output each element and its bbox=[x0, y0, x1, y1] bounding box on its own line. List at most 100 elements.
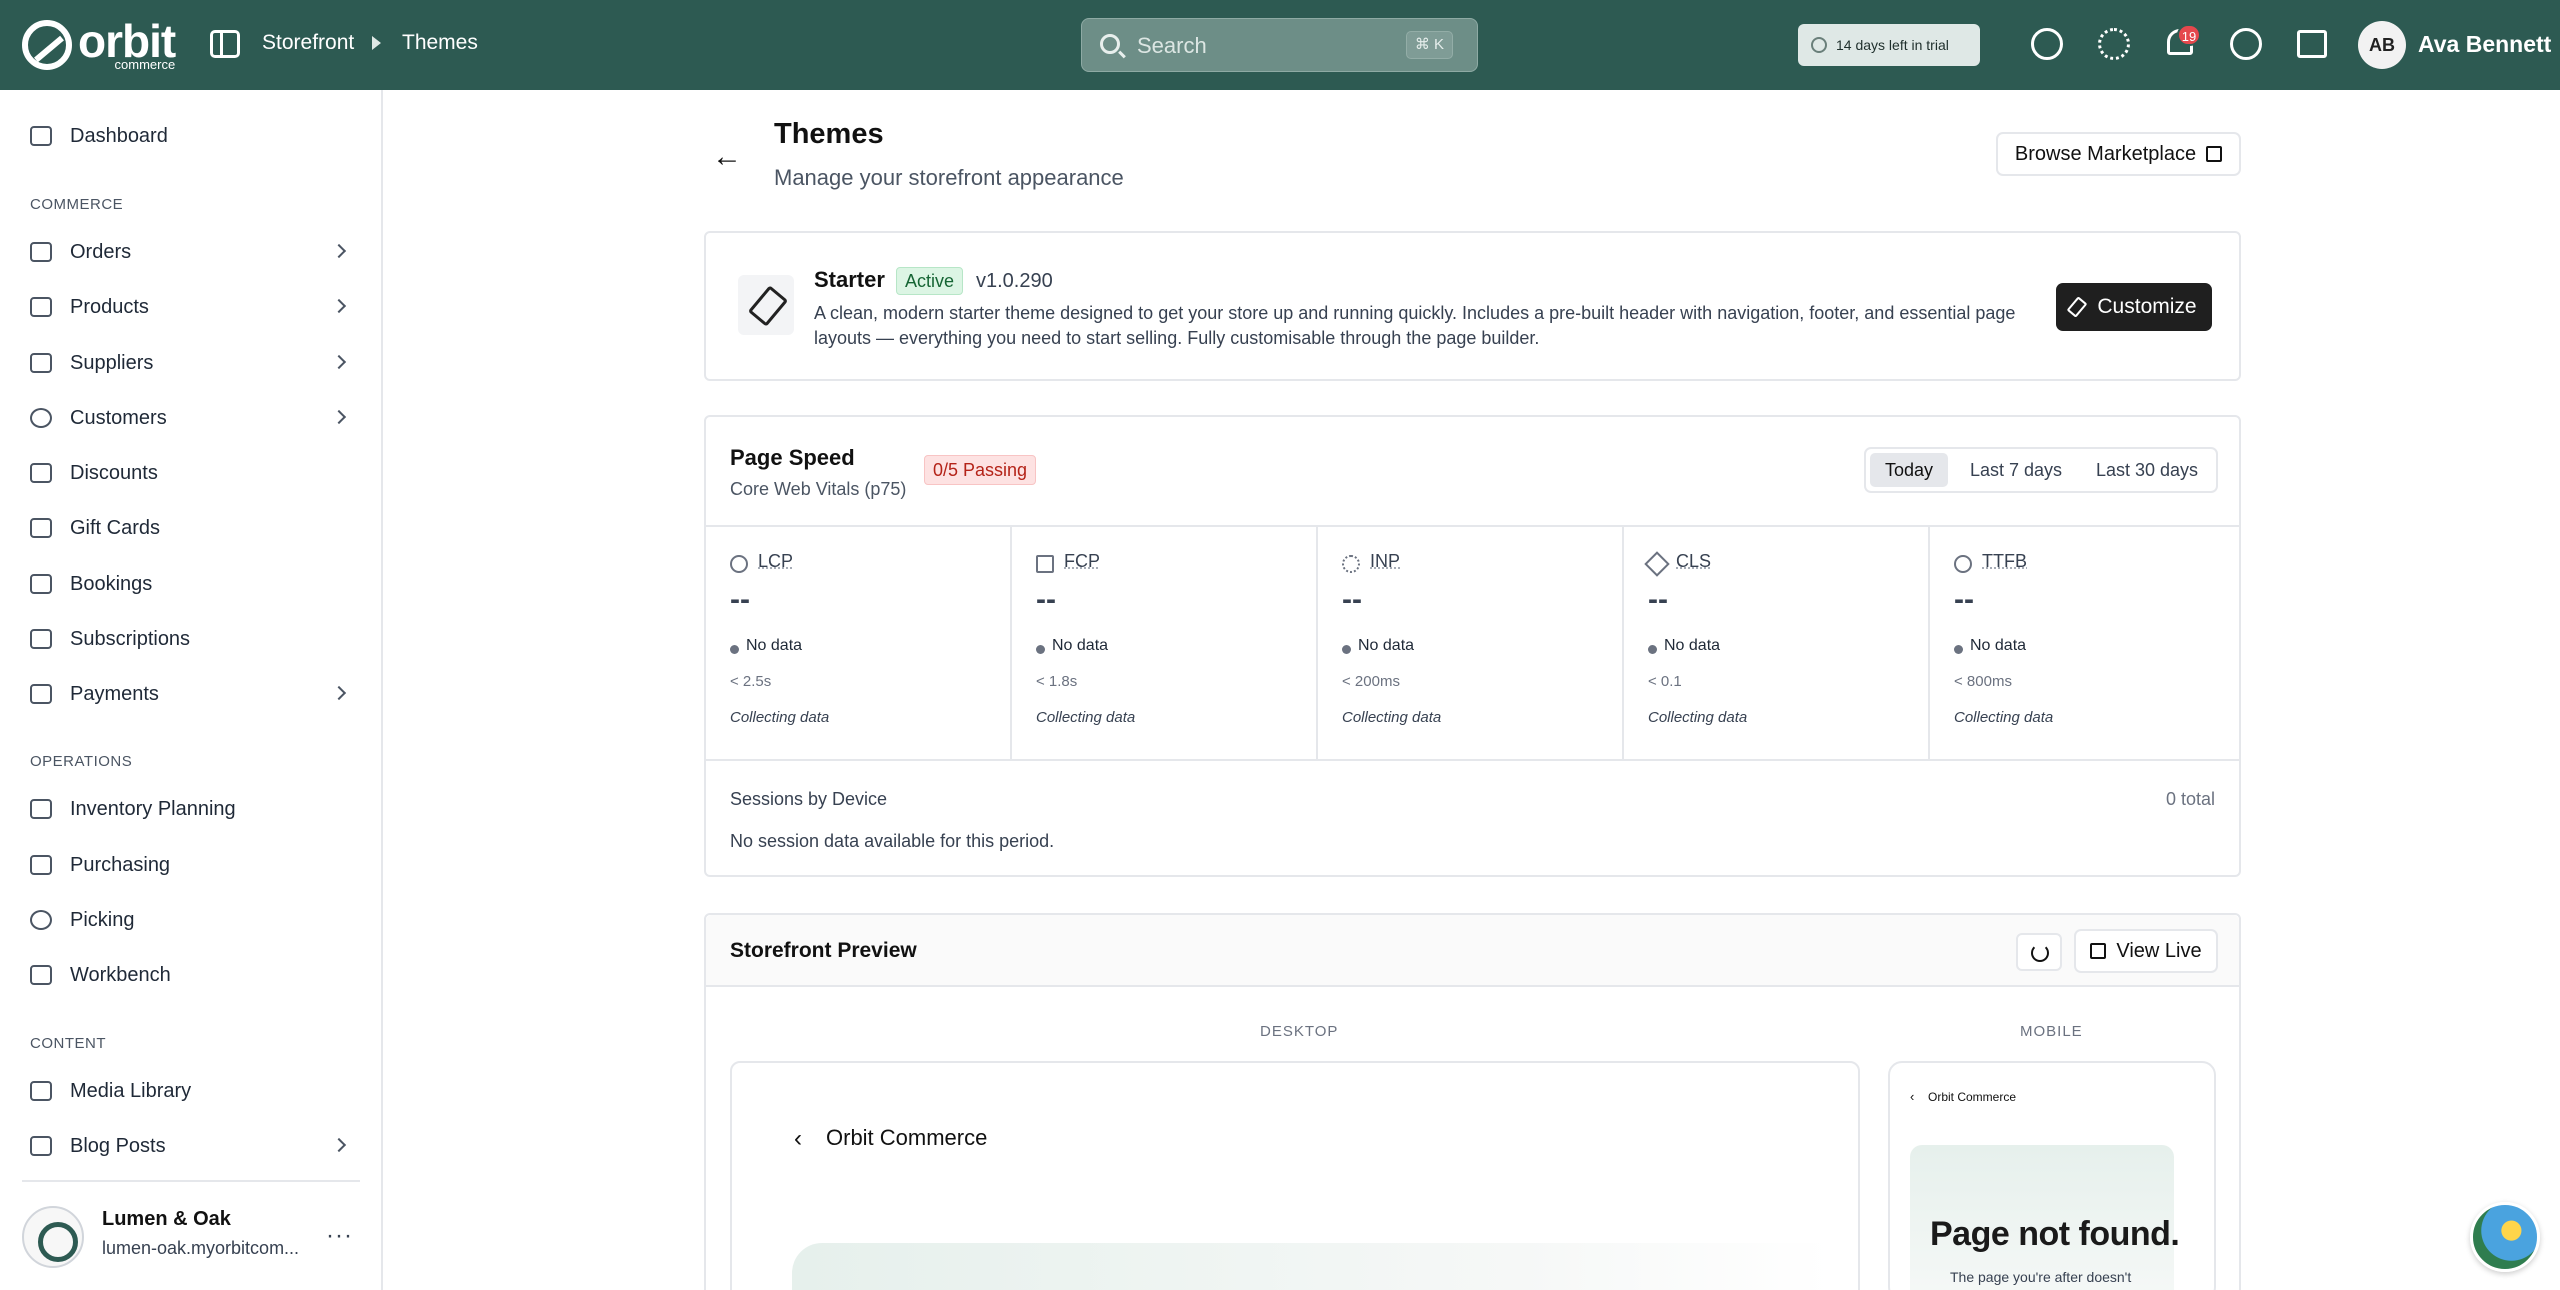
sidebar-item-label: Customers bbox=[70, 407, 167, 430]
trial-badge[interactable]: 14 days left in trial bbox=[1798, 24, 1980, 66]
metric-status: No data bbox=[1358, 637, 1414, 655]
sidebar-item-workbench[interactable]: Workbench bbox=[30, 957, 360, 993]
metric-note: Collecting data bbox=[1342, 709, 1441, 726]
metric-lcp: LCP -- No data < 2.5s Collecting data bbox=[706, 527, 1012, 759]
sidebar-item-label: Media Library bbox=[70, 1080, 191, 1103]
sidebar-toggle-icon[interactable] bbox=[210, 30, 240, 58]
status-dot bbox=[1036, 645, 1045, 654]
preview-brand: Orbit Commerce bbox=[1928, 1090, 2016, 1104]
picking-icon bbox=[30, 910, 52, 930]
metric-note: Collecting data bbox=[1648, 709, 1747, 726]
sidebar-item-blog-posts[interactable]: Blog Posts bbox=[30, 1128, 360, 1164]
theme-description: A clean, modern starter theme designed t… bbox=[814, 301, 2024, 351]
metric-name[interactable]: LCP bbox=[758, 551, 793, 572]
range-last-30-days[interactable]: Last 30 days bbox=[2080, 453, 2214, 487]
breadcrumb-separator-icon bbox=[372, 36, 381, 50]
preview-hero bbox=[792, 1243, 1832, 1290]
sidebar-item-products[interactable]: Products bbox=[30, 289, 360, 325]
store-name[interactable]: Lumen & Oak bbox=[102, 1208, 231, 1231]
page-subtitle: Manage your storefront appearance bbox=[774, 165, 1124, 191]
timer-icon bbox=[1954, 555, 1972, 573]
chevron-right-icon bbox=[332, 299, 346, 313]
blog-icon bbox=[30, 1136, 52, 1156]
sidebar-item-suppliers[interactable]: Suppliers bbox=[30, 345, 360, 381]
sidebar-item-label: Orders bbox=[70, 241, 131, 264]
notification-count-badge: 19 bbox=[2177, 24, 2201, 46]
sidebar-item-customers[interactable]: Customers bbox=[30, 400, 360, 436]
sidebar-item-label: Dashboard bbox=[70, 125, 168, 148]
search-input[interactable]: Search ⌘ K bbox=[1081, 18, 1478, 72]
sidebar-item-subscriptions[interactable]: Subscriptions bbox=[30, 621, 360, 657]
sidebar-item-label: Discounts bbox=[70, 462, 158, 485]
store-icon[interactable] bbox=[2297, 30, 2327, 58]
orders-icon bbox=[30, 242, 52, 262]
preview-text: The page you're after doesn't bbox=[1950, 1269, 2131, 1285]
sidebar-item-picking[interactable]: Picking bbox=[30, 902, 360, 938]
metric-value: -- bbox=[1342, 583, 1362, 617]
sidebar-item-inventory-planning[interactable]: Inventory Planning bbox=[30, 791, 360, 827]
paintbrush-icon bbox=[2067, 296, 2088, 318]
customize-button[interactable]: Customize bbox=[2056, 283, 2212, 331]
metric-name[interactable]: TTFB bbox=[1982, 551, 2027, 572]
back-arrow-icon[interactable]: ← bbox=[712, 140, 742, 174]
passing-badge: 0/5 Passing bbox=[924, 455, 1036, 485]
preview-brand: Orbit Commerce bbox=[826, 1125, 987, 1151]
mobile-preview-frame[interactable]: ‹ Orbit Commerce Page not found. The pag… bbox=[1888, 1061, 2216, 1290]
browse-marketplace-button[interactable]: Browse Marketplace bbox=[1996, 132, 2241, 176]
move-icon bbox=[1644, 551, 1669, 576]
bookings-icon bbox=[30, 574, 52, 594]
metric-name[interactable]: CLS bbox=[1676, 551, 1711, 572]
storefront-preview-card: Storefront Preview View Live DESKTOP MOB… bbox=[704, 913, 2241, 1290]
suppliers-icon bbox=[30, 353, 52, 373]
gift-cards-icon bbox=[30, 518, 52, 538]
sidebar-item-discounts[interactable]: Discounts bbox=[30, 455, 360, 491]
pointer-icon bbox=[1342, 555, 1360, 573]
metric-cls: CLS -- No data < 0.1 Collecting data bbox=[1624, 527, 1930, 759]
chevron-right-icon bbox=[332, 244, 346, 258]
metric-threshold: < 2.5s bbox=[730, 673, 771, 690]
range-selector: Today Last 7 days Last 30 days bbox=[1864, 447, 2218, 493]
clock-icon bbox=[1811, 37, 1827, 53]
range-last-7-days[interactable]: Last 7 days bbox=[1954, 453, 2078, 487]
desktop-preview-frame[interactable]: ‹ Orbit Commerce bbox=[730, 1061, 1860, 1290]
metric-value: -- bbox=[1036, 583, 1056, 617]
more-options-icon[interactable]: ··· bbox=[326, 1222, 353, 1250]
metrics-row: LCP -- No data < 2.5s Collecting data FC… bbox=[706, 525, 2239, 761]
sidebar-item-orders[interactable]: Orders bbox=[30, 234, 360, 270]
user-name[interactable]: Ava Bennett bbox=[2418, 31, 2551, 58]
sidebar-item-label: Picking bbox=[70, 909, 134, 932]
refresh-icon[interactable] bbox=[2016, 933, 2062, 971]
preview-heading: Page not found. bbox=[1930, 1215, 2179, 1254]
sidebar-item-label: Gift Cards bbox=[70, 517, 160, 540]
assistant-avatar-icon[interactable] bbox=[2470, 1202, 2540, 1272]
status-dot bbox=[730, 645, 739, 654]
sidebar-item-label: Suppliers bbox=[70, 352, 153, 375]
sidebar-item-gift-cards[interactable]: Gift Cards bbox=[30, 510, 360, 546]
sidebar-item-payments[interactable]: Payments bbox=[30, 676, 360, 712]
metric-name[interactable]: INP bbox=[1370, 551, 1400, 572]
sidebar-item-media-library[interactable]: Media Library bbox=[30, 1073, 360, 1109]
gauge-icon bbox=[730, 555, 748, 573]
metric-name[interactable]: FCP bbox=[1064, 551, 1100, 572]
top-bar: orbit commerce Storefront Themes Search … bbox=[0, 0, 2560, 90]
chevron-left-icon: ‹ bbox=[794, 1125, 802, 1153]
breadcrumb-storefront[interactable]: Storefront bbox=[262, 31, 354, 55]
support-icon[interactable] bbox=[2230, 28, 2262, 60]
avatar[interactable]: AB bbox=[2358, 21, 2406, 69]
sun-icon[interactable] bbox=[2098, 28, 2130, 60]
sidebar-item-label: Workbench bbox=[70, 964, 171, 987]
help-icon[interactable] bbox=[2031, 28, 2063, 60]
view-live-button[interactable]: View Live bbox=[2074, 929, 2218, 973]
active-theme-card: Starter Active v1.0.290 A clean, modern … bbox=[704, 231, 2241, 381]
metric-threshold: < 1.8s bbox=[1036, 673, 1077, 690]
sidebar-item-bookings[interactable]: Bookings bbox=[30, 566, 360, 602]
store-logo[interactable] bbox=[22, 1206, 84, 1268]
range-today[interactable]: Today bbox=[1870, 453, 1948, 487]
metric-note: Collecting data bbox=[730, 709, 829, 726]
sidebar-item-dashboard[interactable]: Dashboard bbox=[30, 118, 360, 154]
search-shortcut: ⌘ K bbox=[1406, 31, 1453, 59]
status-dot bbox=[1954, 645, 1963, 654]
orbit-logo[interactable]: orbit commerce bbox=[22, 18, 175, 71]
sidebar-item-purchasing[interactable]: Purchasing bbox=[30, 847, 360, 883]
external-link-icon bbox=[2090, 943, 2106, 959]
